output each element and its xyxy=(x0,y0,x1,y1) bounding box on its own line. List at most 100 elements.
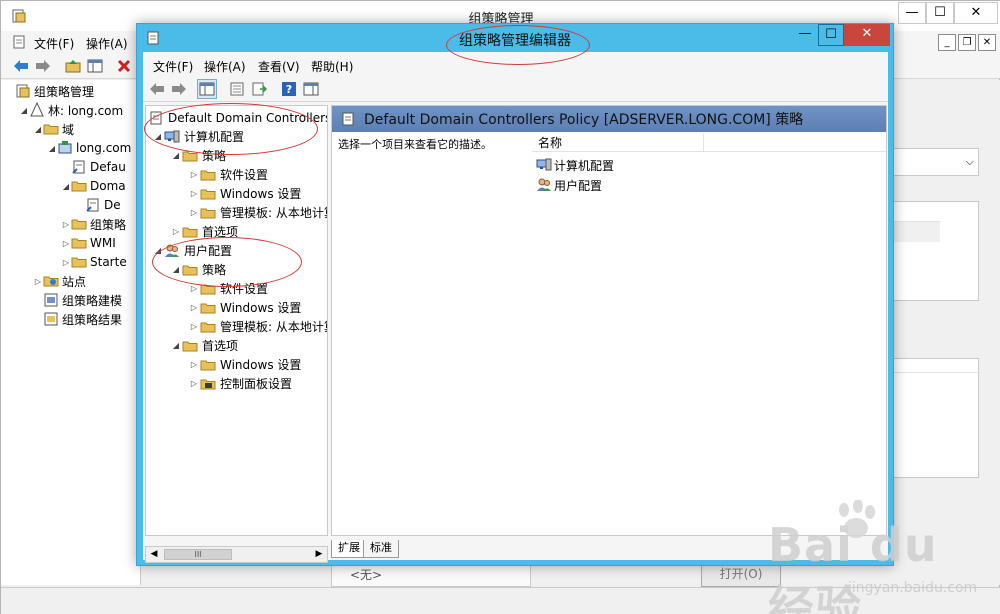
collapsed-arrow-icon[interactable]: ▷ xyxy=(33,277,43,286)
show-hide-tree-button[interactable] xyxy=(197,79,217,99)
description-pane: 选择一个项目来查看它的描述。 xyxy=(332,132,532,535)
expanded-arrow-icon[interactable]: ◢ xyxy=(47,144,57,153)
bg-tree-item[interactable]: ◢ Doma xyxy=(61,177,126,195)
tree-item[interactable]: ▷ Windows 设置 xyxy=(188,184,301,203)
expanded-arrow-icon[interactable]: ◢ xyxy=(19,106,29,115)
tree-item[interactable]: ◢ 计算机配置 xyxy=(152,127,244,146)
expanded-arrow-icon[interactable]: ◢ xyxy=(170,341,182,350)
bg-tree-item[interactable]: 组策略管理 xyxy=(5,82,94,100)
scroll-right-icon[interactable]: ▶ xyxy=(311,547,327,562)
mdi-close-button[interactable]: ✕ xyxy=(978,34,996,51)
bg-tree-item[interactable]: ◢ 林: long.com xyxy=(19,101,123,119)
bg-tree-item[interactable]: ▷ Starte xyxy=(61,253,127,271)
collapsed-arrow-icon[interactable]: ▷ xyxy=(61,220,71,229)
tree-item[interactable]: ▷ 首选项 xyxy=(170,222,238,241)
tree-item[interactable]: ▷ 控制面板设置 xyxy=(188,374,292,393)
document-icon xyxy=(13,35,25,49)
expanded-arrow-icon[interactable]: ◢ xyxy=(61,182,71,191)
tab-extended[interactable]: 扩展 xyxy=(331,540,367,558)
bg-tree-item[interactable]: Defau xyxy=(61,158,126,176)
tree-item[interactable]: ▷ 管理模板: 从本地计算 xyxy=(188,203,327,222)
bg-menu-action[interactable]: 操作(A) xyxy=(86,35,128,52)
properties-button[interactable] xyxy=(227,79,247,99)
tree-item[interactable]: ▷ 软件设置 xyxy=(188,279,268,298)
collapsed-arrow-icon[interactable]: ▷ xyxy=(188,360,200,369)
column-header-name[interactable]: 名称 xyxy=(532,134,704,152)
bg-back-button[interactable] xyxy=(11,56,31,76)
bg-minimize-button[interactable]: — xyxy=(898,2,926,24)
expanded-arrow-icon[interactable]: ◢ xyxy=(152,132,164,141)
tree-item[interactable]: ▷ 管理模板: 从本地计算 xyxy=(188,317,327,336)
bg-dropdown[interactable]: ⌵ xyxy=(893,148,979,176)
bg-menu-file[interactable]: 文件(F) xyxy=(34,35,74,52)
mdi-minimize-button[interactable]: _ xyxy=(938,34,956,51)
collapsed-arrow-icon[interactable]: ▷ xyxy=(188,379,200,388)
bg-tree-item[interactable]: De xyxy=(75,196,121,214)
menu-view[interactable]: 查看(V) xyxy=(258,58,300,75)
editor-console-tree[interactable]: Default Domain Controllers P ◢ 计算机配置 ◢ 策略 ▷ 软件… xyxy=(145,105,328,536)
menu-action[interactable]: 操作(A) xyxy=(204,58,246,75)
collapsed-arrow-icon[interactable]: ▷ xyxy=(188,208,200,217)
tree-item[interactable]: Default Domain Controllers P xyxy=(148,108,327,127)
collapsed-arrow-icon[interactable]: ▷ xyxy=(188,189,200,198)
expanded-arrow-icon[interactable]: ◢ xyxy=(170,265,182,274)
bg-tree-item[interactable]: ◢ 域 xyxy=(33,120,74,138)
editor-close-button[interactable]: ✕ xyxy=(844,24,890,46)
domains-folder-icon xyxy=(43,121,59,137)
tree-item[interactable]: ◢ 策略 xyxy=(170,146,226,165)
bg-list-box[interactable] xyxy=(893,201,979,301)
bg-tree-item[interactable]: 组策略结果 xyxy=(33,310,122,328)
list-item[interactable]: 用户配置 xyxy=(536,176,602,194)
bg-maximize-button[interactable]: ☐ xyxy=(926,2,954,24)
editor-minimize-button[interactable]: — xyxy=(792,24,818,46)
menu-file[interactable]: 文件(F) xyxy=(153,58,193,75)
gpm-icon xyxy=(15,83,31,99)
expanded-arrow-icon[interactable]: ◢ xyxy=(33,125,43,134)
collapsed-arrow-icon[interactable]: ▷ xyxy=(61,258,71,267)
help-button[interactable]: ? xyxy=(279,79,299,99)
tree-item[interactable]: ▷ 软件设置 xyxy=(188,165,268,184)
collapsed-arrow-icon[interactable]: ▷ xyxy=(170,227,182,236)
bg-show-hide-tree-button[interactable] xyxy=(85,56,105,76)
tab-standard[interactable]: 标准 xyxy=(363,540,399,558)
list-item[interactable]: 计算机配置 xyxy=(536,156,614,174)
bg-tree-item[interactable]: 组策略建模 xyxy=(33,291,122,309)
tree-item[interactable]: ◢ 首选项 xyxy=(170,336,238,355)
bg-tree-item[interactable]: ▷ 站点 xyxy=(33,272,86,290)
tree-item[interactable]: ▷ Windows 设置 xyxy=(188,355,301,374)
collapsed-arrow-icon[interactable]: ▷ xyxy=(61,239,71,248)
collapsed-arrow-icon[interactable]: ▷ xyxy=(188,322,200,331)
expanded-arrow-icon[interactable]: ◢ xyxy=(170,151,182,160)
bg-up-folder-button[interactable] xyxy=(63,56,83,76)
export-list-button[interactable] xyxy=(249,79,269,99)
back-button[interactable] xyxy=(147,79,167,99)
computer-config-icon xyxy=(164,129,180,145)
forward-button[interactable] xyxy=(169,79,189,99)
tree-item[interactable]: ◢ 用户配置 xyxy=(152,241,232,260)
scroll-left-icon[interactable]: ◀ xyxy=(146,547,162,562)
collapsed-arrow-icon[interactable]: ▷ xyxy=(188,284,200,293)
bg-tree-item[interactable]: ▷ WMI xyxy=(61,234,116,252)
scrollbar-thumb[interactable]: III xyxy=(164,549,232,560)
control-panel-folder-icon xyxy=(200,376,216,392)
collapsed-arrow-icon[interactable]: ▷ xyxy=(188,170,200,179)
tree-horizontal-scrollbar[interactable]: ◀ III ▶ xyxy=(145,546,328,563)
bg-tree-item-label: WMI xyxy=(90,236,116,250)
editor-title-bar[interactable]: 组策略管理编辑器 — ☐ ✕ xyxy=(137,24,893,52)
mdi-restore-button[interactable]: ❐ xyxy=(958,34,976,51)
bg-tree-item[interactable]: ◢ long.com xyxy=(47,139,131,157)
collapsed-arrow-icon[interactable]: ▷ xyxy=(188,303,200,312)
menu-help[interactable]: 帮助(H) xyxy=(311,58,353,75)
bg-forward-button[interactable] xyxy=(33,56,53,76)
bg-console-tree[interactable]: 组策略管理 ◢ 林: long.com ◢ 域 ◢ long.com Defau ◢ Doma De… xyxy=(1,80,141,585)
show-action-pane-button[interactable] xyxy=(301,79,321,99)
bg-mdi-controls: _ ❐ ✕ xyxy=(938,34,998,52)
tree-item[interactable]: ▷ Windows 设置 xyxy=(188,298,301,317)
tree-item[interactable]: ◢ 策略 xyxy=(170,260,226,279)
folder-icon xyxy=(182,262,198,278)
bg-delete-button[interactable] xyxy=(114,56,134,76)
editor-maximize-button[interactable]: ☐ xyxy=(818,24,844,46)
expanded-arrow-icon[interactable]: ◢ xyxy=(152,246,164,255)
bg-tree-item[interactable]: ▷ 组策略 xyxy=(61,215,126,233)
bg-close-button[interactable]: ✕ xyxy=(954,2,998,24)
